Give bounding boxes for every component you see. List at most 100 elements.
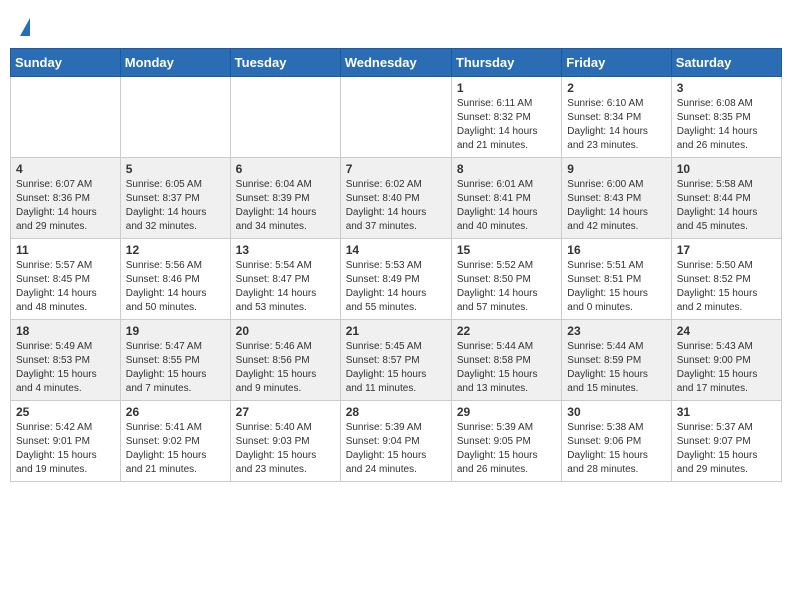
week-row-5: 25 Sunrise: 5:42 AM Sunset: 9:01 PM Dayli… [11,401,782,482]
day-number: 31 [677,405,776,419]
calendar-cell: 31 Sunrise: 5:37 AM Sunset: 9:07 PM Dayli… [671,401,781,482]
day-info: Sunrise: 6:02 AM Sunset: 8:40 PM Dayligh… [346,178,446,234]
day-info: Sunrise: 5:50 AM Sunset: 8:52 PM Dayligh… [677,259,776,315]
day-number: 15 [457,243,556,257]
weekday-header-saturday: Saturday [671,49,781,77]
weekday-header-row: SundayMondayTuesdayWednesdayThursdayFrid… [11,49,782,77]
calendar-cell: 4 Sunrise: 6:07 AM Sunset: 8:36 PM Daylig… [11,158,121,239]
day-number: 13 [236,243,335,257]
calendar-cell: 27Sunrise: 5:40 AM Sunset: 9:03 PM Dayli… [230,401,340,482]
day-number: 14 [346,243,446,257]
weekday-header-sunday: Sunday [11,49,121,77]
day-info: Sunrise: 5:37 AM Sunset: 9:07 PM Dayligh… [677,421,776,477]
day-info: Sunrise: 5:52 AM Sunset: 8:50 PM Dayligh… [457,259,556,315]
calendar-table: SundayMondayTuesdayWednesdayThursdayFrid… [10,48,782,482]
day-info: Sunrise: 5:41 AM Sunset: 9:02 PM Dayligh… [126,421,225,477]
day-info: Sunrise: 6:01 AM Sunset: 8:41 PM Dayligh… [457,178,556,234]
calendar-cell: 24 Sunrise: 5:43 AM Sunset: 9:00 PM Dayli… [671,320,781,401]
day-number: 3 [677,81,776,95]
calendar-cell: 29Sunrise: 5:39 AM Sunset: 9:05 PM Dayli… [451,401,561,482]
day-info: Sunrise: 5:54 AM Sunset: 8:47 PM Dayligh… [236,259,335,315]
calendar-cell: 21 Sunrise: 5:45 AM Sunset: 8:57 PM Dayli… [340,320,451,401]
day-number: 24 [677,324,776,338]
day-info: Sunrise: 5:51 AM Sunset: 8:51 PM Dayligh… [567,259,665,315]
day-info: Sunrise: 6:07 AM Sunset: 8:36 PM Dayligh… [16,178,115,234]
day-number: 5 [126,162,225,176]
day-number: 26 [126,405,225,419]
day-number: 6 [236,162,335,176]
weekday-header-thursday: Thursday [451,49,561,77]
day-info: Sunrise: 5:56 AM Sunset: 8:46 PM Dayligh… [126,259,225,315]
day-info: Sunrise: 6:11 AM Sunset: 8:32 PM Dayligh… [457,97,556,153]
day-info: Sunrise: 6:00 AM Sunset: 8:43 PM Dayligh… [567,178,665,234]
day-number: 9 [567,162,665,176]
calendar-cell [340,77,451,158]
calendar-cell: 3 Sunrise: 6:08 AM Sunset: 8:35 PM Daylig… [671,77,781,158]
day-number: 8 [457,162,556,176]
day-number: 12 [126,243,225,257]
day-number: 7 [346,162,446,176]
weekday-header-wednesday: Wednesday [340,49,451,77]
calendar-cell: 23 Sunrise: 5:44 AM Sunset: 8:59 PM Dayli… [562,320,671,401]
day-number: 10 [677,162,776,176]
week-row-4: 18 Sunrise: 5:49 AM Sunset: 8:53 PM Dayli… [11,320,782,401]
calendar-cell: 17 Sunrise: 5:50 AM Sunset: 8:52 PM Dayli… [671,239,781,320]
calendar-cell: 30Sunrise: 5:38 AM Sunset: 9:06 PM Dayli… [562,401,671,482]
day-number: 4 [16,162,115,176]
calendar-cell: 28 Sunrise: 5:39 AM Sunset: 9:04 PM Dayli… [340,401,451,482]
day-info: Sunrise: 5:38 AM Sunset: 9:06 PM Dayligh… [567,421,665,477]
calendar-cell: 14 Sunrise: 5:53 AM Sunset: 8:49 PM Dayli… [340,239,451,320]
day-number: 1 [457,81,556,95]
calendar-cell: 8 Sunrise: 6:01 AM Sunset: 8:41 PM Daylig… [451,158,561,239]
day-info: Sunrise: 5:47 AM Sunset: 8:55 PM Dayligh… [126,340,225,396]
day-info: Sunrise: 5:53 AM Sunset: 8:49 PM Dayligh… [346,259,446,315]
calendar-cell: 1 Sunrise: 6:11 AM Sunset: 8:32 PM Daylig… [451,77,561,158]
day-number: 25 [16,405,115,419]
day-info: Sunrise: 5:39 AM Sunset: 9:05 PM Dayligh… [457,421,556,477]
day-info: Sunrise: 5:39 AM Sunset: 9:04 PM Dayligh… [346,421,446,477]
day-number: 28 [346,405,446,419]
weekday-header-friday: Friday [562,49,671,77]
day-info: Sunrise: 5:42 AM Sunset: 9:01 PM Dayligh… [16,421,115,477]
day-number: 16 [567,243,665,257]
calendar-cell: 11 Sunrise: 5:57 AM Sunset: 8:45 PM Dayli… [11,239,121,320]
calendar-cell: 19Sunrise: 5:47 AM Sunset: 8:55 PM Dayli… [120,320,230,401]
calendar-cell [11,77,121,158]
day-number: 27 [236,405,335,419]
calendar-cell: 25 Sunrise: 5:42 AM Sunset: 9:01 PM Dayli… [11,401,121,482]
day-info: Sunrise: 5:58 AM Sunset: 8:44 PM Dayligh… [677,178,776,234]
day-number: 17 [677,243,776,257]
day-number: 23 [567,324,665,338]
calendar-cell: 18 Sunrise: 5:49 AM Sunset: 8:53 PM Dayli… [11,320,121,401]
calendar-cell: 26 Sunrise: 5:41 AM Sunset: 9:02 PM Dayli… [120,401,230,482]
calendar-cell: 15 Sunrise: 5:52 AM Sunset: 8:50 PM Dayli… [451,239,561,320]
day-number: 18 [16,324,115,338]
day-info: Sunrise: 5:44 AM Sunset: 8:59 PM Dayligh… [567,340,665,396]
day-number: 21 [346,324,446,338]
calendar-cell: 16 Sunrise: 5:51 AM Sunset: 8:51 PM Dayli… [562,239,671,320]
day-info: Sunrise: 5:49 AM Sunset: 8:53 PM Dayligh… [16,340,115,396]
calendar-cell: 22Sunrise: 5:44 AM Sunset: 8:58 PM Dayli… [451,320,561,401]
day-number: 11 [16,243,115,257]
day-info: Sunrise: 5:46 AM Sunset: 8:56 PM Dayligh… [236,340,335,396]
day-info: Sunrise: 5:57 AM Sunset: 8:45 PM Dayligh… [16,259,115,315]
logo-triangle-icon [20,18,30,36]
calendar-cell: 6Sunrise: 6:04 AM Sunset: 8:39 PM Daylig… [230,158,340,239]
calendar-cell: 2Sunrise: 6:10 AM Sunset: 8:34 PM Daylig… [562,77,671,158]
calendar-cell [120,77,230,158]
day-number: 22 [457,324,556,338]
day-info: Sunrise: 6:05 AM Sunset: 8:37 PM Dayligh… [126,178,225,234]
page-header [10,10,782,40]
calendar-cell: 13 Sunrise: 5:54 AM Sunset: 8:47 PM Dayli… [230,239,340,320]
week-row-3: 11 Sunrise: 5:57 AM Sunset: 8:45 PM Dayli… [11,239,782,320]
week-row-2: 4 Sunrise: 6:07 AM Sunset: 8:36 PM Daylig… [11,158,782,239]
day-info: Sunrise: 6:08 AM Sunset: 8:35 PM Dayligh… [677,97,776,153]
week-row-1: 1 Sunrise: 6:11 AM Sunset: 8:32 PM Daylig… [11,77,782,158]
day-info: Sunrise: 5:43 AM Sunset: 9:00 PM Dayligh… [677,340,776,396]
calendar-cell [230,77,340,158]
logo [18,14,30,36]
day-info: Sunrise: 5:45 AM Sunset: 8:57 PM Dayligh… [346,340,446,396]
calendar-cell: 9 Sunrise: 6:00 AM Sunset: 8:43 PM Daylig… [562,158,671,239]
day-number: 20 [236,324,335,338]
weekday-header-monday: Monday [120,49,230,77]
